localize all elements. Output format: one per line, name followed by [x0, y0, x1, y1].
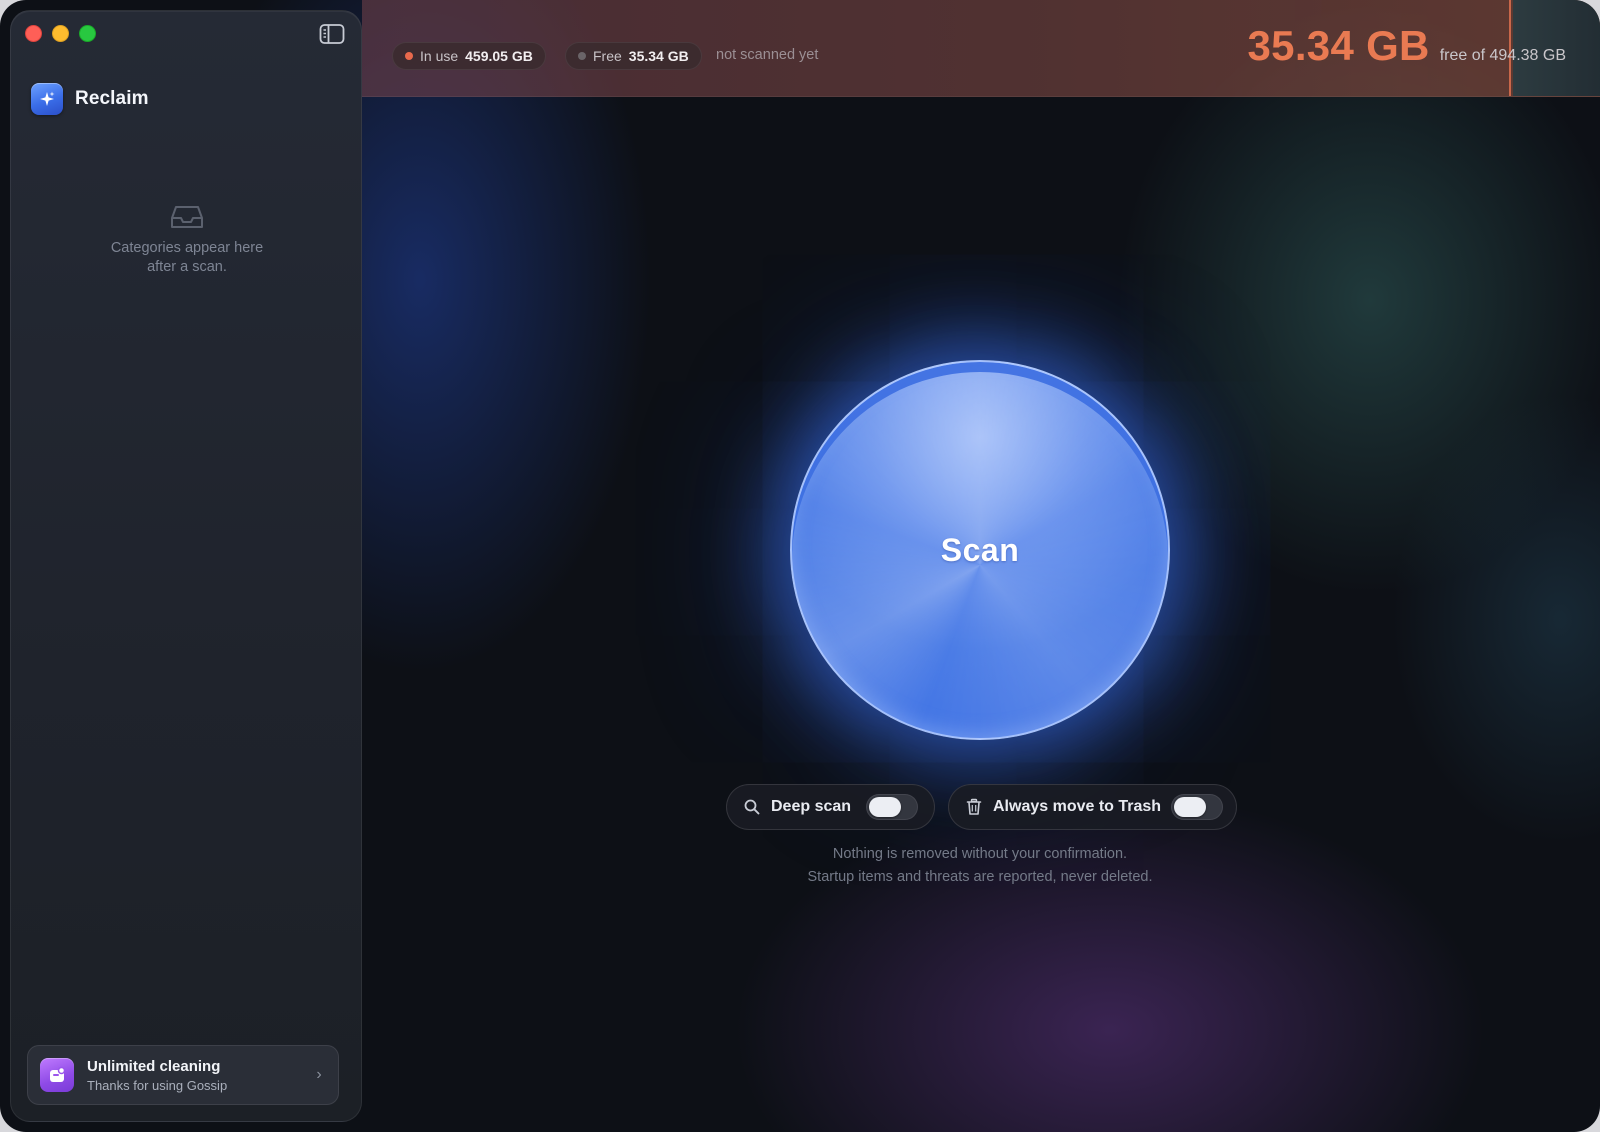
- free-dot: [578, 52, 586, 60]
- empty-state-line-1: Categories appear here: [110, 240, 264, 256]
- chevron-right-icon: ›: [316, 1066, 322, 1083]
- app-logo: [31, 83, 63, 115]
- free-chip: Free 35.34 GB: [565, 42, 702, 70]
- app-header: Reclaim: [31, 83, 149, 115]
- minimize-window-button[interactable]: [52, 25, 69, 42]
- trash-icon: [966, 798, 982, 815]
- scan-button[interactable]: Scan: [790, 360, 1170, 740]
- promo-title: Unlimited cleaning: [87, 1057, 221, 1075]
- sidebar-toggle-icon[interactable]: [319, 23, 345, 45]
- search-icon: [744, 799, 760, 815]
- deep-scan-toggle[interactable]: [866, 794, 918, 820]
- close-window-button[interactable]: [25, 25, 42, 42]
- unlimited-cleaning-card[interactable]: Unlimited cleaning Thanks for using Goss…: [27, 1045, 339, 1105]
- always-move-to-trash-toggle-knob: [1174, 797, 1207, 817]
- sparkle-icon: [40, 91, 55, 106]
- in-use-label: In use: [420, 48, 459, 64]
- app-title: Reclaim: [75, 88, 149, 109]
- safety-note-line-1: Nothing is removed without your confirma…: [832, 846, 1128, 862]
- sidebar: Reclaim Categories appear here after a s…: [10, 10, 362, 1122]
- safety-note-line-2: Startup items and threats are reported, …: [807, 869, 1153, 885]
- deep-scan-toggle-knob: [869, 797, 901, 817]
- zoom-window-button[interactable]: [79, 25, 96, 42]
- empty-state-line-2: after a scan.: [147, 259, 227, 275]
- always-move-to-trash-toggle[interactable]: [1171, 794, 1224, 820]
- window-controls: [25, 25, 96, 42]
- in-use-value: 459.05 GB: [465, 48, 533, 64]
- promo-text: Unlimited cleaning Thanks for using Goss…: [87, 1058, 312, 1093]
- gift-icon: [50, 1066, 66, 1082]
- promo-app-icon: [40, 1058, 74, 1092]
- in-use-dot: [405, 52, 413, 60]
- free-label: Free: [593, 48, 622, 64]
- storage-bar: In use 459.05 GB Free 35.34 GB not scann…: [362, 0, 1600, 97]
- deep-scan-option[interactable]: Deep scan: [726, 784, 935, 830]
- free-space-caption: free of 494.38 GB: [1439, 47, 1566, 64]
- free-space-headline: 35.34 GB free of 494.38 GB: [1248, 22, 1566, 70]
- always-move-to-trash-option[interactable]: Always move to Trash: [948, 784, 1237, 830]
- in-use-chip: In use 459.05 GB: [392, 42, 546, 70]
- free-value: 35.34 GB: [628, 48, 689, 64]
- always-move-to-trash-label: Always move to Trash: [993, 798, 1162, 815]
- scan-button-label: Scan: [940, 531, 1020, 568]
- categories-empty-state: Categories appear here after a scan.: [11, 203, 363, 277]
- deep-scan-label: Deep scan: [771, 798, 852, 815]
- scan-status-text: not scanned yet: [716, 47, 819, 63]
- app-window: Reclaim Categories appear here after a s…: [0, 0, 1600, 1132]
- promo-subtitle: Thanks for using Gossip: [87, 1077, 228, 1093]
- tray-icon: [171, 206, 203, 228]
- free-space-value: 35.34 GB: [1247, 22, 1430, 69]
